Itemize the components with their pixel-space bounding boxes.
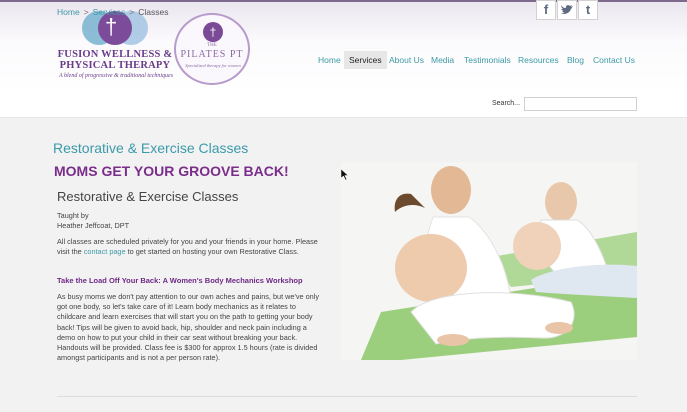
headline: MOMS GET YOUR GROOVE BACK!: [54, 163, 289, 179]
nav-testimonials[interactable]: Testimonials: [464, 51, 511, 69]
nav-media[interactable]: Media: [431, 51, 454, 69]
search-input[interactable]: [524, 97, 637, 111]
mouse-cursor-icon: [341, 169, 349, 180]
tumblr-icon[interactable]: t: [578, 0, 598, 20]
pregnant-women-yoga-photo: [341, 162, 637, 360]
breadcrumb-current: Classes: [138, 7, 169, 17]
nav-blog[interactable]: Blog: [567, 51, 584, 69]
partner-the: THE: [207, 43, 217, 48]
pilates-pt-logo[interactable]: † THE PILATES PT Specialized therapy for…: [174, 13, 250, 85]
logo-tagline: A blend of progressive & traditional tec…: [58, 73, 174, 79]
breadcrumb-services[interactable]: Services: [93, 7, 126, 17]
breadcrumb-separator: >: [129, 7, 135, 17]
pilates-figure-icon: †: [203, 22, 223, 42]
workshop-title: Take the Load Off Your Back: A Women's B…: [57, 276, 303, 285]
nav-home[interactable]: Home: [318, 51, 341, 69]
nav-services[interactable]: Services: [344, 51, 387, 69]
section-title: Restorative & Exercise Classes: [53, 140, 249, 156]
instructor-name: Heather Jeffcoat, DPT: [57, 221, 130, 230]
page-heading: Restorative & Exercise Classes: [57, 189, 239, 204]
twitter-icon[interactable]: [557, 0, 577, 20]
breadcrumb: Home > Services > Classes: [57, 7, 168, 17]
logo-title: FUSION WELLNESS & PHYSICAL THERAPY: [57, 49, 173, 71]
intro-paragraph: All classes are scheduled privately for …: [57, 237, 318, 257]
workshop-description: As busy moms we don't pay attention to o…: [57, 292, 319, 363]
content-divider: [57, 396, 637, 397]
nav-about-us[interactable]: About Us: [389, 51, 424, 69]
facebook-icon[interactable]: f: [536, 0, 556, 20]
search-label: Search...: [492, 100, 521, 107]
nav-resources[interactable]: Resources: [518, 51, 559, 69]
breadcrumb-separator: >: [83, 7, 89, 17]
breadcrumb-home[interactable]: Home: [57, 7, 80, 17]
fusion-wellness-logo[interactable]: † FUSION WELLNESS & PHYSICAL THERAPY A b…: [56, 10, 174, 86]
nav-contact-us[interactable]: Contact Us: [593, 51, 635, 69]
contact-page-link[interactable]: contact page: [84, 247, 126, 256]
partner-name: PILATES PT: [180, 49, 244, 60]
taught-by-label: Taught by: [57, 211, 89, 220]
partner-subtitle: Specialized therapy for women: [185, 63, 241, 68]
